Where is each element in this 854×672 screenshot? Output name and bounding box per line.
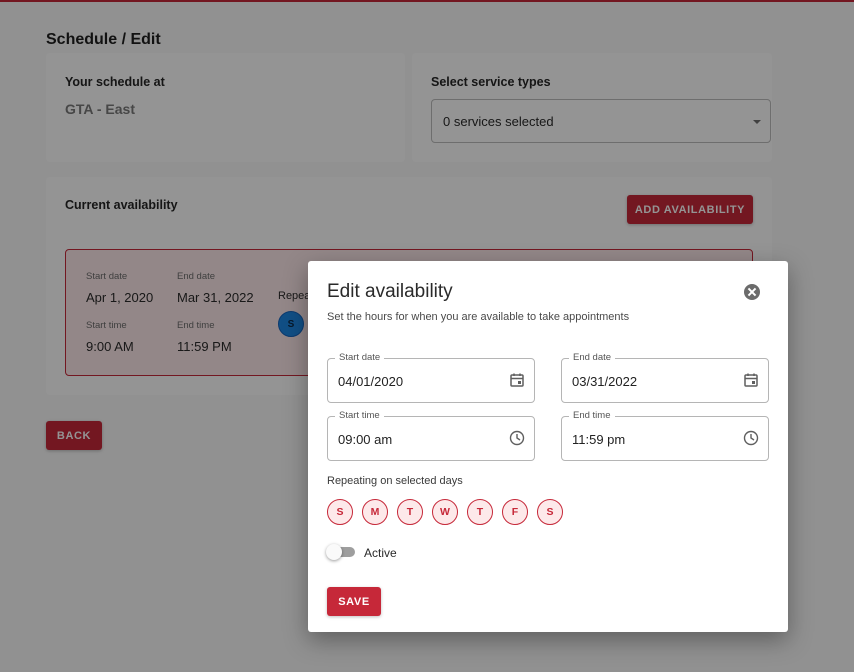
active-toggle-thumb[interactable] (326, 544, 342, 560)
start-date-field[interactable]: Start date 04/01/2020 (327, 352, 535, 403)
end-date-field[interactable]: End date 03/31/2022 (561, 352, 769, 403)
clock-icon[interactable] (509, 430, 525, 446)
day-toggle-friday[interactable]: F (502, 499, 528, 525)
day-toggle-monday[interactable]: M (362, 499, 388, 525)
modal-title: Edit availability (327, 281, 453, 302)
day-toggle-tuesday[interactable]: T (397, 499, 423, 525)
start-date-value: 04/01/2020 (338, 374, 404, 389)
edit-availability-dialog: Edit availability Set the hours for when… (308, 261, 788, 632)
start-time-field[interactable]: Start time 09:00 am (327, 410, 535, 461)
repeat-days-label: Repeating on selected days (327, 475, 463, 487)
start-time-value: 09:00 am (338, 432, 393, 447)
end-time-field[interactable]: End time 11:59 pm (561, 410, 769, 461)
end-date-label: End date (569, 352, 616, 363)
end-date-value: 03/31/2022 (572, 374, 638, 389)
active-toggle-label: Active (364, 546, 397, 560)
close-icon[interactable] (744, 284, 760, 300)
start-date-label: Start date (335, 352, 385, 363)
end-time-value: 11:59 pm (572, 432, 626, 447)
day-toggle-wednesday[interactable]: W (432, 499, 458, 525)
day-toggle-thursday[interactable]: T (467, 499, 493, 525)
calendar-icon[interactable] (509, 372, 525, 388)
start-time-label: Start time (335, 410, 384, 421)
modal-subtitle: Set the hours for when you are available… (327, 311, 630, 323)
clock-icon[interactable] (743, 430, 759, 446)
day-toggle-saturday[interactable]: S (537, 499, 563, 525)
day-toggle-sunday[interactable]: S (327, 499, 353, 525)
calendar-icon[interactable] (743, 372, 759, 388)
save-button[interactable]: SAVE (327, 587, 381, 616)
end-time-label: End time (569, 410, 615, 421)
